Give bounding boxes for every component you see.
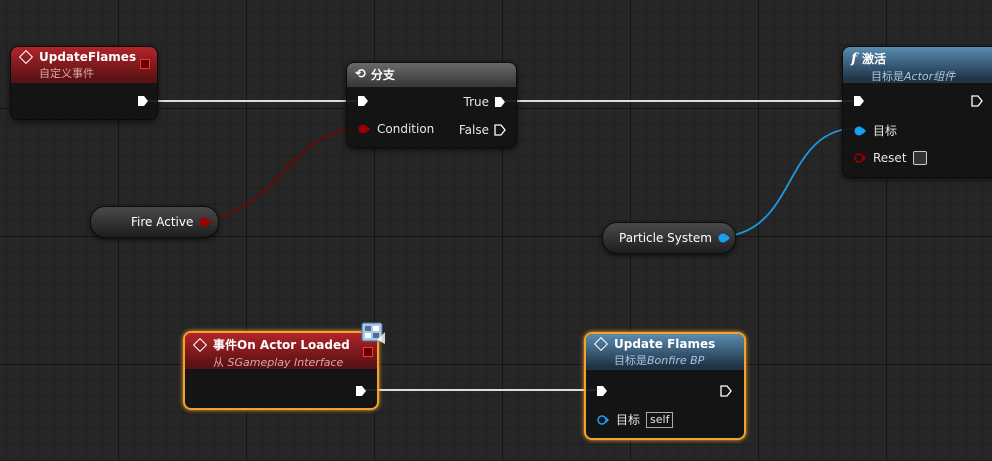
exec-in-pin[interactable] [596,385,608,397]
node-title: 激活 [862,52,887,66]
exec-pin-icon [494,124,506,136]
exec-pin-icon [358,96,368,106]
delegate-pin-icon[interactable] [363,347,373,357]
node-header: UpdateFlames 自定义事件 [11,47,157,83]
subtitle-target: Actor组件 [904,70,956,83]
pin-label: Reset [873,151,907,165]
exec-out-pin[interactable] [137,95,149,107]
function-f-icon: f [851,50,858,67]
target-pin[interactable]: 目标 [853,122,897,139]
bool-pin-icon [854,153,866,163]
bool-wire-fire-active [202,127,363,222]
pin-label: False [458,123,489,137]
fire-active-variable-node[interactable]: Fire Active [90,206,219,238]
activate-function-node[interactable]: f 激活 目标是Actor组件 目标 Reset [842,46,992,178]
update-flames-event-node[interactable]: UpdateFlames 自定义事件 [10,46,158,120]
exec-pin-icon [720,385,732,397]
variable-label: Particle System [619,231,712,245]
node-header: ⟲ 分支 [347,63,516,87]
condition-pin[interactable]: Condition [357,122,434,136]
subtitle-prefix: 目标是 [614,354,647,367]
pin-label: Condition [377,122,435,136]
pin-label: 目标 [873,124,898,138]
node-title: 分支 [370,68,395,82]
delegate-pin-icon[interactable] [140,59,150,69]
exec-pin-icon [356,386,366,396]
pin-label: 目标 [616,413,641,427]
node-header: Update Flames 目标是Bonfire BP [586,334,744,370]
branch-node[interactable]: ⟲ 分支 True Condition False [346,62,517,148]
exec-out-pin[interactable] [355,385,367,397]
exec-pin-icon [138,96,148,106]
reset-checkbox[interactable] [912,151,927,165]
event-diamond-icon [18,49,34,65]
object-pin-icon[interactable] [717,232,731,244]
node-subtitle: 目标是Actor组件 [871,68,992,84]
node-header: 事件On Actor Loaded 从 SGameplay Interface [185,333,377,369]
exec-pin-icon [597,386,607,396]
update-flames-call-node[interactable]: Update Flames 目标是Bonfire BP 目标 self [584,332,746,440]
reset-pin[interactable]: Reset [853,151,927,165]
node-title: UpdateFlames [39,50,137,64]
subtitle-target: SGameplay Interface [227,356,344,369]
subtitle-prefix: 从 [213,356,224,369]
object-pin-icon [597,414,609,425]
exec-pin-icon [854,96,864,106]
node-title: 事件On Actor Loaded [213,338,350,352]
node-header: f 激活 目标是Actor组件 [843,47,992,83]
particle-system-variable-node[interactable]: Particle System [602,222,736,254]
node-title: Update Flames [614,337,716,351]
bool-pin-icon[interactable] [198,216,212,228]
subtitle-prefix: 目标是 [871,70,904,83]
bool-pin-icon [358,124,370,134]
false-exec-pin[interactable]: False [459,123,506,137]
on-actor-loaded-event-node[interactable]: 事件On Actor Loaded 从 SGameplay Interface [183,331,379,410]
exec-pin-icon [495,97,505,107]
exec-out-pin[interactable] [971,95,983,107]
variable-label: Fire Active [131,215,194,229]
exec-out-pin[interactable] [720,385,732,397]
node-subtitle: 自定义事件 [39,67,94,80]
node-subtitle: 目标是Bonfire BP [614,352,736,368]
object-wire-particle-system [715,127,859,238]
exec-in-pin[interactable] [357,95,369,107]
event-diamond-icon [192,337,208,352]
pin-label: True [463,95,490,109]
true-exec-pin[interactable]: True [464,95,507,109]
exec-pin-icon [971,95,983,107]
exec-in-pin[interactable] [853,95,865,107]
node-subtitle: 从 SGameplay Interface [213,354,369,370]
self-default-value[interactable]: self [646,411,674,428]
subtitle-target: Bonfire BP [647,354,705,367]
event-diamond-icon [593,336,609,352]
target-pin[interactable]: 目标 self [596,411,674,428]
interface-badge-icon [361,322,385,344]
object-pin-icon [854,126,866,135]
branch-icon: ⟲ [355,67,366,82]
